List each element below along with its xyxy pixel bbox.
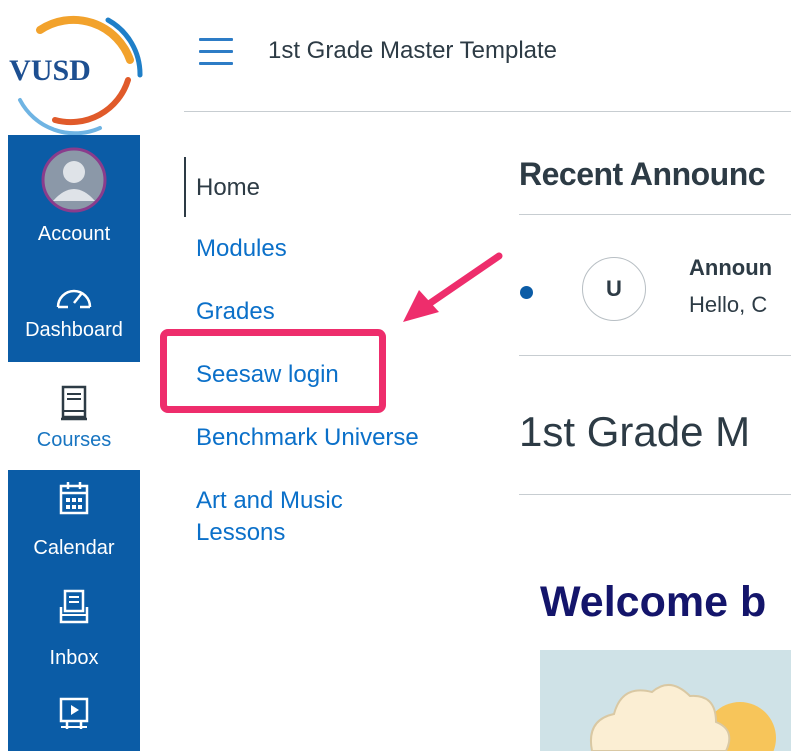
title-divider — [519, 494, 791, 495]
course-nav-modules[interactable]: Modules — [196, 232, 287, 265]
nav-account-label: Account — [37, 223, 111, 245]
global-navigation: VUSD Account Dashboard Courses Calendar … — [0, 0, 148, 751]
district-logo[interactable]: VUSD — [0, 0, 148, 136]
page-title: 1st Grade M — [519, 408, 751, 455]
inbox-icon — [59, 589, 89, 624]
unread-dot-icon — [520, 286, 533, 299]
nav-dashboard[interactable]: Dashboard — [8, 265, 140, 360]
speedometer-icon — [56, 289, 92, 309]
nav-calendar-label: Calendar — [33, 537, 115, 559]
announcement-title[interactable]: Announ — [689, 255, 772, 281]
nav-calendar[interactable]: Calendar — [8, 475, 140, 575]
announcement-preview: Hello, C — [689, 292, 768, 317]
nav-courses-label: Courses — [36, 429, 112, 451]
logo-text: VUSD — [9, 54, 91, 87]
course-nav-home[interactable]: Home — [196, 171, 260, 204]
presentation-icon — [59, 697, 89, 729]
welcome-banner-image — [540, 650, 791, 751]
active-indicator — [184, 157, 186, 217]
highlight-box — [160, 329, 386, 413]
pointer-arrow-icon — [403, 252, 503, 322]
course-nav-benchmark-universe[interactable]: Benchmark Universe — [196, 421, 419, 454]
account-avatar-icon — [41, 147, 107, 213]
welcome-heading: Welcome b — [540, 578, 767, 626]
nav-inbox[interactable]: Inbox — [8, 585, 140, 675]
announcement-divider — [519, 355, 791, 356]
author-avatar[interactable]: U — [582, 257, 646, 321]
header-divider — [184, 111, 791, 112]
recent-divider — [519, 214, 791, 215]
nav-courses[interactable]: Courses — [8, 375, 140, 465]
nav-inbox-label: Inbox — [49, 647, 99, 669]
course-nav-grades[interactable]: Grades — [196, 295, 275, 328]
course-nav-art-music-line2[interactable]: Lessons — [196, 516, 285, 549]
calendar-icon — [59, 482, 89, 515]
nav-commons[interactable] — [8, 695, 140, 751]
book-icon — [61, 385, 87, 421]
course-title[interactable]: 1st Grade Master Template — [268, 37, 557, 65]
course-nav-art-music-line1[interactable]: Art and Music — [196, 484, 343, 517]
nav-dashboard-label: Dashboard — [25, 319, 123, 341]
nav-account[interactable]: Account — [8, 135, 140, 260]
menu-toggle-icon[interactable] — [199, 38, 233, 66]
recent-announcements-heading: Recent Announc — [519, 156, 766, 192]
